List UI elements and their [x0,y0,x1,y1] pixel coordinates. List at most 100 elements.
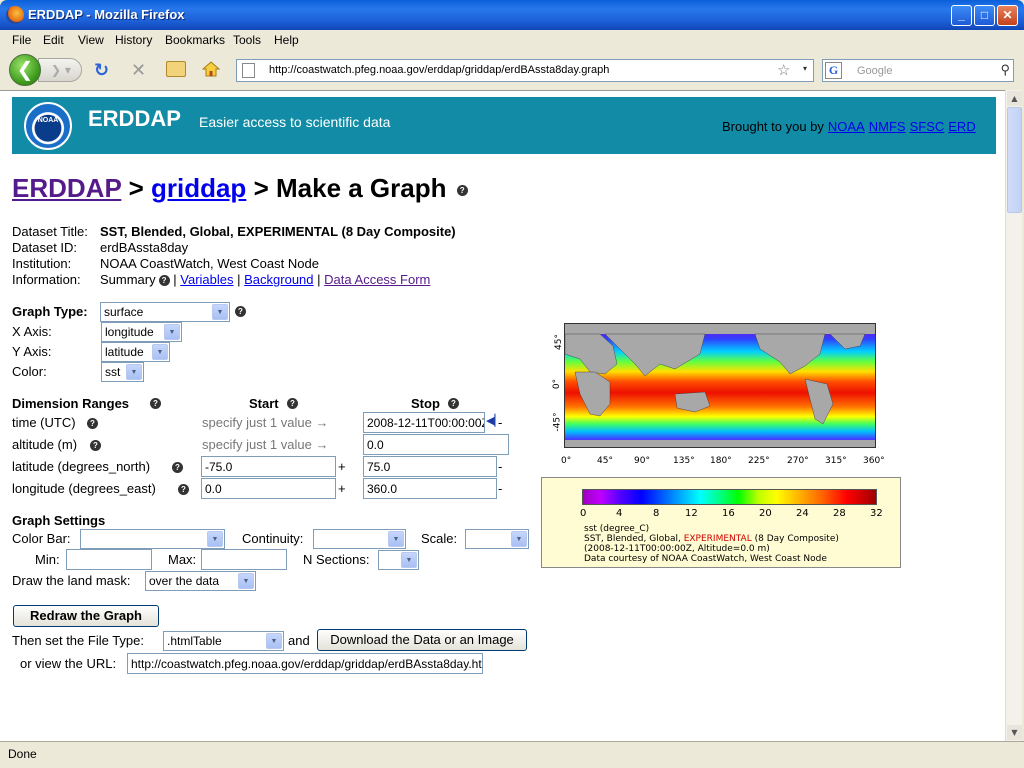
altitude-stop-input[interactable]: 0.0 [363,434,509,455]
link-noaa[interactable]: NOAA [828,119,865,134]
file-type-select[interactable]: .htmlTable ▼ [163,631,284,651]
url-output-field[interactable]: http://coastwatch.pfeg.noaa.gov/erddap/g… [127,653,483,674]
variables-link[interactable]: Variables [180,272,233,287]
search-input[interactable]: Google [857,65,892,77]
breadcrumb-griddap[interactable]: griddap [151,173,246,203]
start-help-icon[interactable]: ? [287,398,298,409]
land-mask-select[interactable]: over the data ▼ [145,571,256,591]
graph-type-help-icon[interactable]: ? [235,306,246,317]
y-axis-select[interactable]: latitude ▼ [101,342,170,362]
sst-map-svg [565,324,875,447]
menu-view[interactable]: View [78,33,104,47]
institution-value: NOAA CoastWatch, West Coast Node [100,256,319,271]
link-erd[interactable]: ERD [948,119,975,134]
scroll-down-icon[interactable]: ▼ [1007,725,1022,740]
browser-window: ERDDAP - Mozilla Firefox _ □ ✕ File Edit… [0,0,1024,768]
menu-bookmarks[interactable]: Bookmarks [165,33,225,47]
legend-tick: 0 [580,508,587,519]
color-bar-select[interactable]: ▼ [80,529,225,549]
information-label: Information: [12,272,81,287]
redraw-graph-button[interactable]: Redraw the Graph [13,605,159,627]
url-dropdown-icon[interactable]: ▾ [803,64,807,73]
institution-label: Institution: [12,256,72,271]
lon-tick: 135° [673,456,695,466]
vertical-scrollbar[interactable]: ▲ ▼ [1005,90,1022,741]
menu-tools[interactable]: Tools [233,33,261,47]
banner-title: ERDDAP [88,106,181,131]
new-tab-icon[interactable] [166,61,186,77]
dataset-id-value: erdBAssta8day [100,240,189,255]
window-title: ERDDAP - Mozilla Firefox [28,7,185,22]
graph-settings-heading: Graph Settings [12,513,106,528]
color-select[interactable]: sst ▼ [101,362,144,382]
minimize-button[interactable]: _ [951,5,972,26]
legend-line2: (2008-12-11T00:00:00Z, Altitude=0.0 m) [584,544,770,554]
breadcrumb-erddap[interactable]: ERDDAP [12,173,121,203]
x-axis-label: X Axis: [12,324,52,339]
legend-tick: 28 [833,508,846,519]
link-nmfs[interactable]: NMFS [869,119,906,134]
menu-help[interactable]: Help [274,33,299,47]
link-sfsc[interactable]: SFSC [910,119,945,134]
chevron-down-icon: ▼ [266,633,282,649]
close-button[interactable]: ✕ [997,5,1018,26]
search-icon[interactable]: ⚲ [1000,62,1010,78]
n-sections-select[interactable]: ▼ [378,550,419,570]
time-stop-input[interactable]: 2008-12-11T00:00:00Z [363,412,485,433]
lat-tick: 45° [553,334,564,350]
longitude-stop-input[interactable]: 360.0 [363,478,497,499]
noaa-logo: NOAA [24,102,72,150]
continuity-select[interactable]: ▼ [313,529,406,549]
latitude-help-icon[interactable]: ? [172,462,183,473]
help-icon[interactable]: ? [456,184,468,196]
and-label: and [288,633,310,648]
latitude-start-input[interactable]: -75.0 [201,456,336,477]
maximize-button[interactable]: □ [974,5,995,26]
chevron-down-icon: ▼ [212,304,228,320]
view-url-label: or view the URL: [20,656,117,671]
forward-button[interactable]: ❯ ▾ [38,58,82,82]
altitude-help-icon[interactable]: ? [90,440,101,451]
dimension-help-icon[interactable]: ? [150,398,161,409]
color-legend: 0 4 8 12 16 20 24 28 32 sst (degree_C) S… [541,477,901,568]
longitude-help-icon[interactable]: ? [178,484,189,495]
home-icon[interactable] [201,60,221,78]
summary-help-icon[interactable]: ? [158,275,170,287]
stop-help-icon[interactable]: ? [448,398,459,409]
scale-select[interactable]: ▼ [465,529,529,549]
longitude-start-input[interactable]: 0.0 [201,478,336,499]
search-box[interactable]: G Google ⚲ [822,59,1014,82]
google-icon[interactable]: G [825,62,842,79]
max-input[interactable] [201,549,287,570]
min-input[interactable] [66,549,152,570]
menu-edit[interactable]: Edit [43,33,64,47]
x-axis-select[interactable]: longitude ▼ [101,322,182,342]
n-sections-label: N Sections: [303,552,370,567]
latitude-stop-input[interactable]: 75.0 [363,456,497,477]
scroll-thumb[interactable] [1007,107,1022,213]
altitude-label: altitude (m) [12,437,78,452]
legend-tick: 20 [759,508,772,519]
back-button[interactable]: ❮ [9,54,41,86]
color-bar [582,489,877,505]
scroll-up-icon[interactable]: ▲ [1007,91,1022,106]
legend-line1: SST, Blended, Global, EXPERIMENTAL (8 Da… [584,534,839,544]
menu-history[interactable]: History [115,33,152,47]
chevron-down-icon: ▼ [388,531,404,547]
background-link[interactable]: Background [244,272,313,287]
dimension-ranges-heading: Dimension Ranges [12,396,130,411]
stop-icon[interactable]: ✕ [131,60,146,81]
download-button[interactable]: Download the Data or an Image [317,629,527,651]
time-label: time (UTC) [12,415,76,430]
menu-file[interactable]: File [12,33,31,47]
bookmark-star-icon[interactable]: ☆ [777,61,790,79]
url-text[interactable]: http://coastwatch.pfeg.noaa.gov/erddap/g… [269,64,609,76]
status-text: Done [8,747,37,761]
graph-type-select[interactable]: surface ▼ [100,302,230,322]
lon-tick: 0° [561,456,572,466]
time-help-icon[interactable]: ? [87,418,98,429]
data-access-form-link[interactable]: Data Access Form [324,272,430,287]
banner-subtitle: Easier access to scientific data [199,114,391,130]
reload-icon[interactable]: ↻ [94,60,109,81]
address-bar[interactable]: http://coastwatch.pfeg.noaa.gov/erddap/g… [236,59,814,82]
